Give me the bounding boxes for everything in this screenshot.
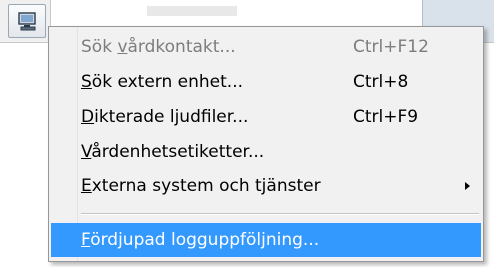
obscured-title [147, 6, 237, 16]
menu-item-shortcut: Ctrl+8 [353, 72, 409, 92]
context-menu: Sök vårdkontakt... Ctrl+F12 Sök extern e… [48, 26, 484, 262]
menu-item-externa-system[interactable]: Externa system och tjänster [51, 169, 481, 203]
screen: Sök vårdkontakt... Ctrl+F12 Sök extern e… [0, 0, 494, 267]
menu-item-label: Sök extern enhet... [81, 72, 244, 92]
menu-item-vardenhetsetiketter[interactable]: Vårdenhetsetiketter... [51, 135, 481, 169]
menu-item-label: Vårdenhetsetiketter... [81, 142, 265, 162]
menu-separator [81, 213, 479, 215]
menu-item-fordjupad-logguppfoljning[interactable]: Fördjupad logguppföljning... [51, 223, 481, 257]
menu-item-shortcut: Ctrl+F12 [353, 37, 429, 57]
menu-item-label: Externa system och tjänster [81, 176, 321, 196]
menu-item-sok-extern-enhet[interactable]: Sök extern enhet... Ctrl+8 [51, 65, 481, 99]
menu-item-sok-vardkontakt[interactable]: Sök vårdkontakt... Ctrl+F12 [51, 30, 481, 64]
chevron-right-icon [465, 182, 470, 190]
menu-item-dikterade-ljudfiler[interactable]: Dikterade ljudfiler... Ctrl+F9 [51, 100, 481, 134]
computer-monitor-icon [18, 12, 36, 31]
menu-item-label: Sök vårdkontakt... [81, 37, 236, 57]
menu-item-label: Dikterade ljudfiler... [81, 107, 249, 127]
menu-item-label: Fördjupad logguppföljning... [81, 230, 320, 250]
toolbar-menu-button[interactable] [8, 4, 46, 38]
menu-item-shortcut: Ctrl+F9 [353, 107, 419, 127]
